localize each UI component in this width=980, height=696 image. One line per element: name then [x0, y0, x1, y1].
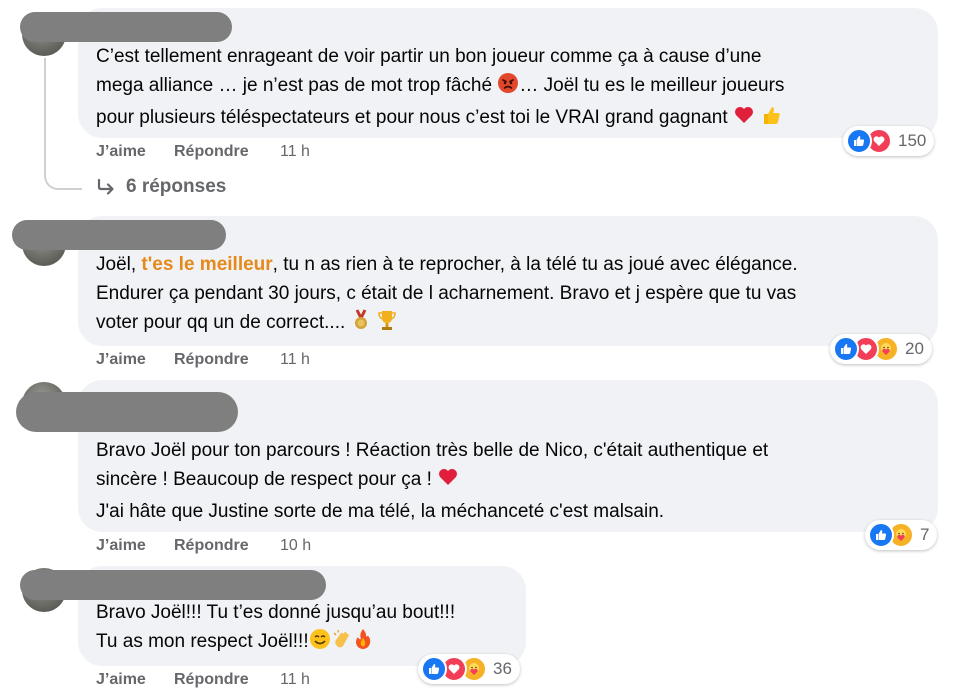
- comment-line: Bravo Joël pour ton parcours ! Réaction …: [96, 440, 769, 461]
- comment-line-part: sincère ! Beaucoup de respect pour ça !: [96, 469, 432, 490]
- reply-button[interactable]: Répondre: [174, 351, 280, 369]
- comment-line: pour plusieurs téléspectateurs et pour n…: [96, 103, 784, 135]
- reply-button[interactable]: Répondre: [174, 143, 280, 161]
- comment-line: Joël, t'es le meilleur, tu n as rien à t…: [96, 250, 798, 279]
- reply-arrow-icon: [97, 178, 114, 195]
- comment-text: Bravo Joël pour ton parcours ! Réaction …: [96, 436, 768, 526]
- angry-face-emoji: [497, 72, 519, 103]
- comment-line-part: voter pour qq un de correct....: [96, 312, 346, 333]
- comment-line-part: mega alliance … je n’est pas de mot trop…: [96, 75, 493, 96]
- timestamp[interactable]: 11 h: [280, 143, 310, 161]
- reaction-count: 20: [905, 339, 924, 358]
- reaction-count: 150: [898, 131, 927, 150]
- comment-line-part: pour plusieurs téléspectateurs et pour n…: [96, 107, 728, 128]
- like-reaction-icon: [833, 336, 859, 362]
- comment-line: Endurer ça pendant 30 jours, c était de …: [96, 283, 797, 304]
- reply-button[interactable]: Répondre: [174, 537, 280, 555]
- medal-emoji: [351, 309, 371, 340]
- reaction-summary[interactable]: 36: [418, 654, 520, 684]
- fire-emoji: [353, 628, 373, 659]
- like-button[interactable]: J’aime: [96, 671, 174, 689]
- comment-actions: J’aime Répondre 11 h: [96, 143, 310, 161]
- like-reaction-icon: [421, 656, 447, 682]
- highlighted-text[interactable]: t'es le meilleur: [141, 254, 272, 275]
- redacted-author-name: [20, 12, 232, 42]
- heart-emoji: [733, 104, 755, 135]
- like-reaction-icon: [868, 522, 894, 548]
- comment-line: mega alliance … je n’est pas de mot trop…: [96, 71, 784, 103]
- timestamp[interactable]: 11 h: [280, 351, 310, 369]
- comment-line: voter pour qq un de correct....: [96, 308, 798, 340]
- thumbs-up-emoji: [760, 104, 782, 135]
- comment-actions: J’aime Répondre 11 h: [96, 351, 310, 369]
- like-button[interactable]: J’aime: [96, 537, 174, 555]
- comment-line: Bravo Joël!!! Tu t’es donné jusqu’au bou…: [96, 602, 456, 623]
- view-replies-link[interactable]: 6 réponses: [96, 176, 226, 198]
- comment-text: Bravo Joël!!! Tu t’es donné jusqu’au bou…: [96, 598, 455, 659]
- timestamp[interactable]: 10 h: [280, 537, 311, 555]
- timestamp[interactable]: 11 h: [280, 671, 310, 689]
- comment-actions: J’aime Répondre 11 h: [96, 671, 310, 689]
- comment-line-part: … Joël tu es le meilleur joueurs: [519, 75, 785, 96]
- reaction-summary[interactable]: 7: [865, 520, 938, 550]
- comment-actions: J’aime Répondre 10 h: [96, 537, 311, 555]
- reaction-count: 7: [920, 525, 930, 544]
- heart-emoji: [437, 466, 459, 497]
- clap-emoji: [331, 628, 353, 659]
- comment-line: J'ai hâte que Justine sorte de ma télé, …: [96, 501, 665, 522]
- trophy-emoji: [376, 309, 398, 340]
- comment-line-part: Tu as mon respect Joël!!!: [96, 631, 309, 652]
- reaction-count: 36: [493, 659, 512, 678]
- reaction-summary[interactable]: 150: [843, 126, 935, 156]
- redacted-author-name: [20, 570, 326, 600]
- like-reaction-icon: [846, 128, 872, 154]
- thread-connector: [44, 160, 82, 190]
- comment-line: C’est tellement enrageant de voir partir…: [96, 46, 762, 67]
- redacted-author-name: [12, 220, 226, 250]
- like-button[interactable]: J’aime: [96, 351, 174, 369]
- comment-text: Joël, t'es le meilleur, tu n as rien à t…: [96, 250, 798, 340]
- reaction-summary[interactable]: 20: [830, 334, 932, 364]
- thread-line: [44, 58, 46, 162]
- like-button[interactable]: J’aime: [96, 143, 174, 161]
- comment-line: sincère ! Beaucoup de respect pour ça !: [96, 465, 768, 497]
- reply-button[interactable]: Répondre: [174, 671, 280, 689]
- comment-line-part: , tu n as rien à te reprocher, à la télé…: [272, 254, 798, 275]
- comment-text: C’est tellement enrageant de voir partir…: [96, 42, 784, 135]
- redacted-author-name: [16, 392, 238, 432]
- smile-emoji: [309, 628, 331, 659]
- replies-label: 6 réponses: [126, 176, 227, 197]
- comment-line-part: Joël,: [96, 254, 142, 275]
- comment-line: Tu as mon respect Joël!!!: [96, 627, 455, 659]
